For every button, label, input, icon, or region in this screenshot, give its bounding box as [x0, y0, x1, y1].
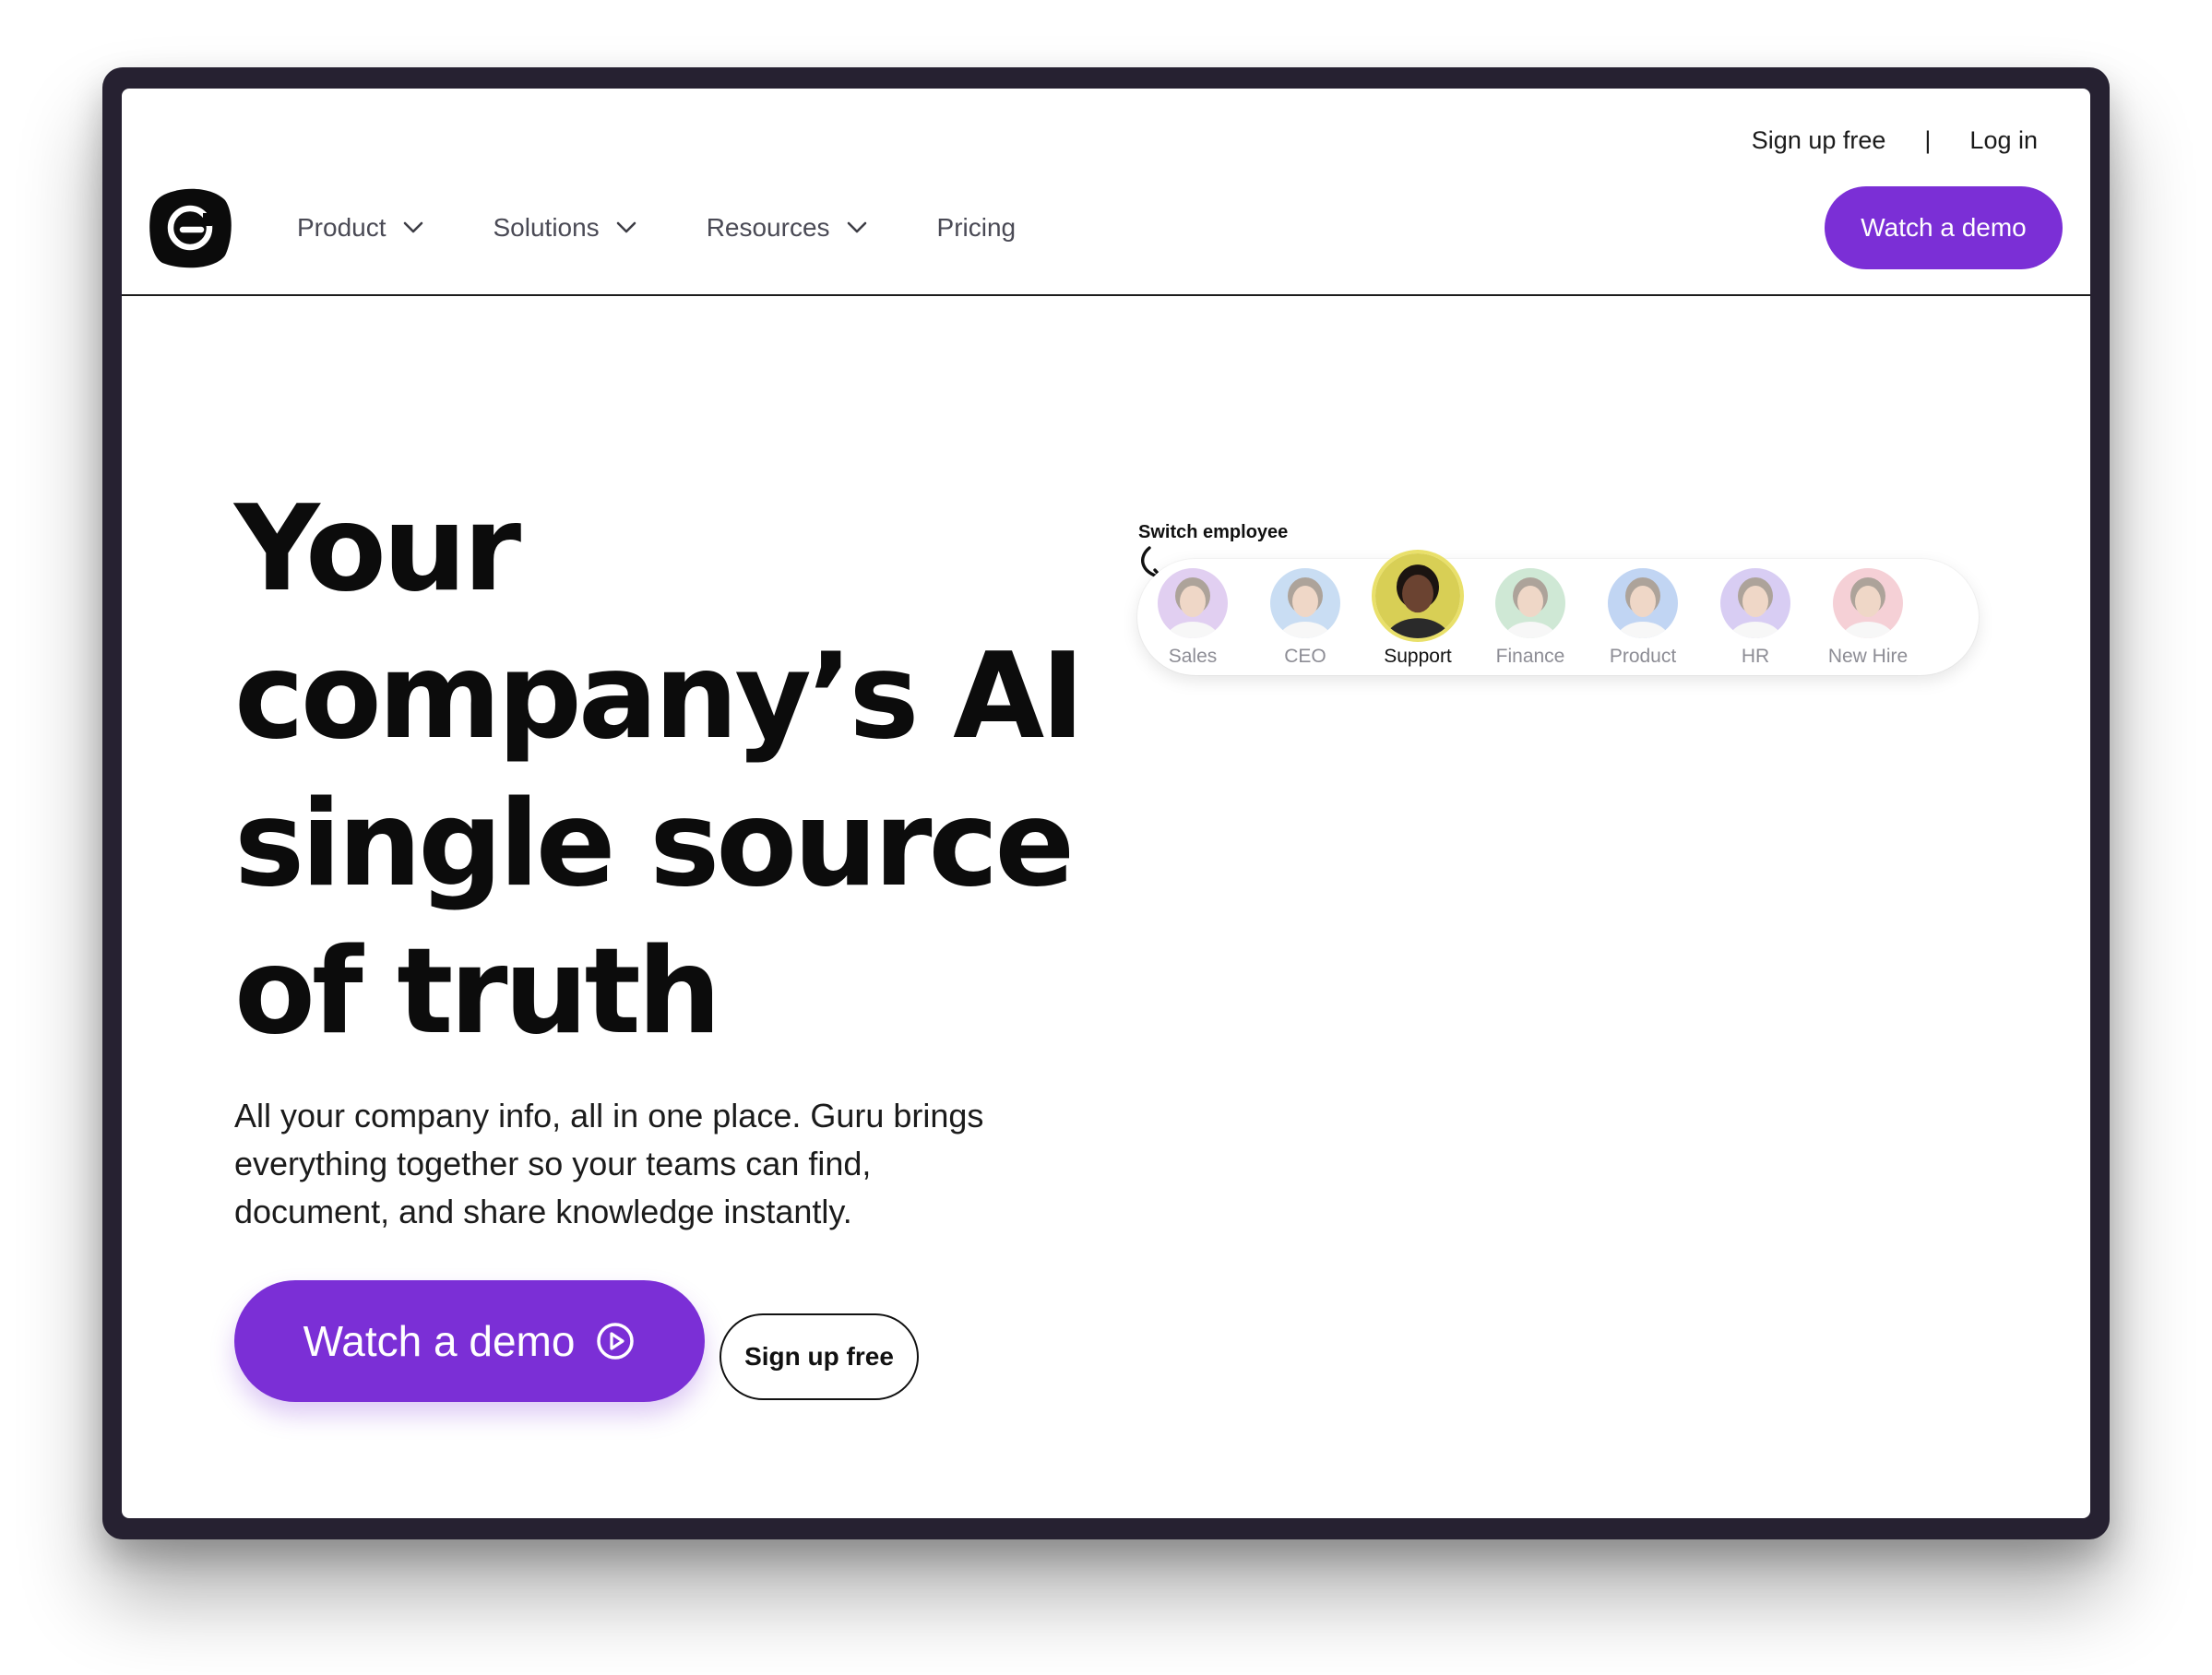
nav-item-label: Pricing — [936, 213, 1017, 242]
avatar — [1375, 553, 1460, 638]
hero-title-line: single source — [234, 776, 1075, 913]
employee-switcher: Sales CEO Support Finance Product HR New Hire — [1137, 553, 1979, 675]
avatar — [1158, 568, 1228, 638]
hero-subtitle-line: All your company info, all in one place.… — [234, 1097, 984, 1134]
nav-item-label: Solutions — [493, 213, 600, 242]
nav-item-solutions[interactable]: Solutions — [494, 213, 636, 243]
employee-name: New Hire — [1827, 646, 1909, 667]
employee-name: Sales — [1168, 646, 1218, 667]
hero-title-line: of truth — [234, 923, 721, 1061]
avatar — [1270, 568, 1340, 638]
employee-name: CEO — [1284, 646, 1326, 667]
hero-title: Your company’s AI single source of truth — [234, 476, 1157, 1066]
signup-hero-button[interactable]: Sign up free — [719, 1313, 919, 1400]
employee-option[interactable]: Product — [1588, 559, 1698, 675]
header-divider — [122, 294, 2090, 296]
chevron-down-icon — [616, 221, 636, 233]
hero-subtitle-line: everything together so your teams can fi… — [234, 1145, 872, 1182]
nav-menu: Product Solutions Resources Pricing — [297, 185, 1086, 270]
employee-name: HR — [1741, 646, 1770, 667]
employee-name: Finance — [1495, 646, 1565, 667]
link-separator: | — [1924, 125, 1932, 154]
device-frame: Sign up free | Log in Product Solutions … — [102, 67, 2110, 1539]
chevron-down-icon — [847, 221, 866, 233]
avatar — [1495, 568, 1565, 638]
nav-item-pricing[interactable]: Pricing — [937, 213, 1017, 243]
hero-title-line: Your — [234, 481, 521, 618]
watch-demo-hero-label: Watch a demo — [303, 1317, 576, 1365]
avatar — [1608, 568, 1678, 638]
watch-demo-nav-button[interactable]: Watch a demo — [1825, 186, 2063, 269]
employee-name: Support — [1384, 646, 1452, 667]
employee-option[interactable]: Finance — [1475, 559, 1586, 675]
chevron-down-icon — [403, 221, 422, 233]
nav-item-label: Product — [297, 213, 387, 242]
hero-title-line: company’s AI — [234, 628, 1085, 766]
hero-subtitle-line: document, and share knowledge instantly. — [234, 1193, 852, 1230]
nav-item-product[interactable]: Product — [297, 213, 423, 243]
employee-option[interactable]: New Hire — [1813, 559, 1923, 675]
employee-option[interactable]: Sales — [1137, 559, 1248, 675]
main-nav: Product Solutions Resources Pricing Watc… — [122, 185, 2090, 270]
utility-bar: Sign up free | Log in — [1752, 122, 2038, 159]
browser-viewport: Sign up free | Log in Product Solutions … — [122, 89, 2090, 1518]
nav-item-resources[interactable]: Resources — [707, 213, 867, 243]
login-link[interactable]: Log in — [1969, 126, 2038, 155]
watch-demo-hero-button[interactable]: Watch a demo — [234, 1280, 705, 1402]
employee-option[interactable]: CEO — [1250, 559, 1361, 675]
employee-name: Product — [1609, 646, 1677, 667]
switch-employee-label: Switch employee — [1138, 522, 1289, 542]
signup-link[interactable]: Sign up free — [1752, 126, 1886, 155]
nav-item-label: Resources — [706, 213, 830, 242]
guru-logo-icon[interactable] — [148, 185, 232, 270]
employee-option[interactable]: HR — [1700, 559, 1811, 675]
employee-option[interactable]: Support — [1362, 553, 1473, 675]
hero-subtitle: All your company info, all in one place.… — [234, 1092, 1064, 1236]
avatar — [1833, 568, 1903, 638]
play-circle-icon — [597, 1323, 635, 1360]
avatar — [1720, 568, 1790, 638]
